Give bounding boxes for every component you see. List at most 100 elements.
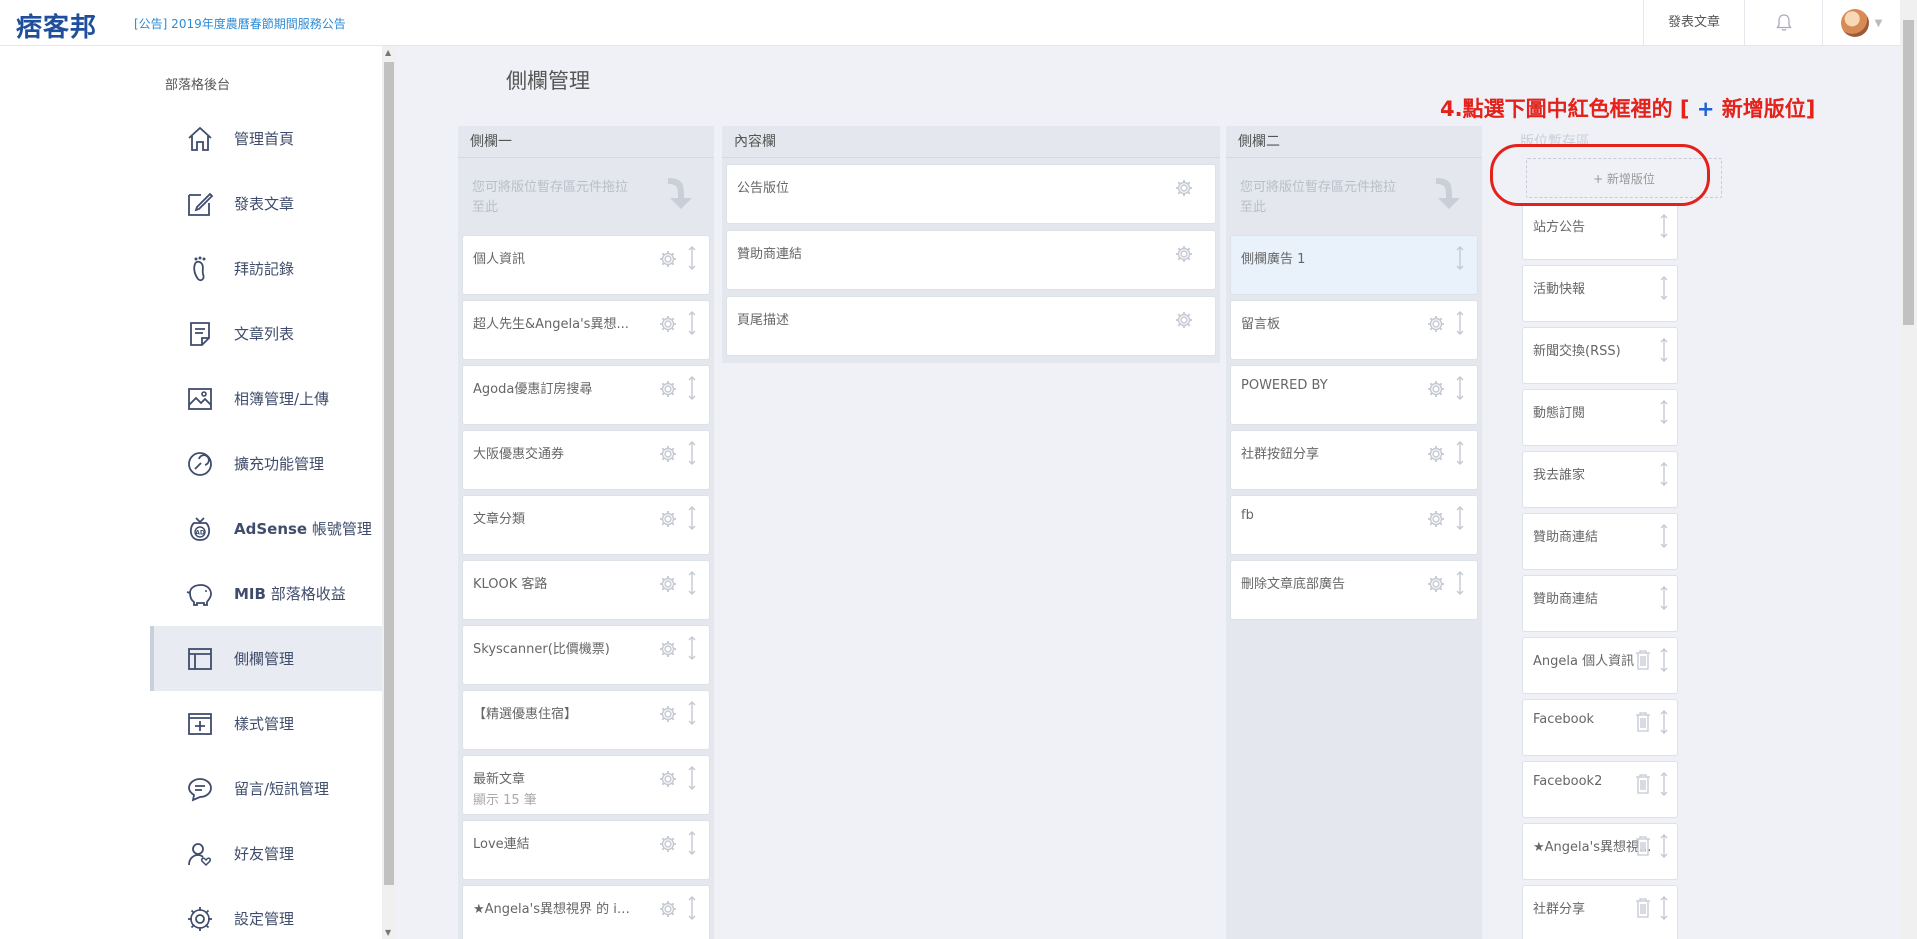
gear-icon[interactable] <box>1427 380 1445 398</box>
scroll-down-icon[interactable]: ▼ <box>385 928 391 937</box>
trash-icon[interactable] <box>1635 712 1651 732</box>
widget-card[interactable]: 我去誰家 <box>1522 451 1678 508</box>
widget-card[interactable]: 贊助商連結 <box>1522 513 1678 570</box>
drag-handle-icon[interactable] <box>687 701 697 725</box>
drag-handle-icon[interactable] <box>1659 462 1669 486</box>
widget-card[interactable]: 社群分享 <box>1522 885 1678 939</box>
gear-icon[interactable] <box>659 705 677 723</box>
widget-card[interactable]: ★Angela's異想視... <box>1522 823 1678 880</box>
widget-card[interactable]: Facebook2 <box>1522 761 1678 818</box>
gear-icon[interactable] <box>659 445 677 463</box>
widget-card[interactable]: POWERED BY <box>1230 365 1478 425</box>
drag-handle-icon[interactable] <box>1659 400 1669 424</box>
drag-handle-icon[interactable] <box>1455 246 1465 270</box>
gear-icon[interactable] <box>659 575 677 593</box>
trash-icon[interactable] <box>1635 836 1651 856</box>
post-article-button[interactable]: 發表文章 <box>1642 0 1744 46</box>
widget-card[interactable]: fb <box>1230 495 1478 555</box>
drag-handle-icon[interactable] <box>1455 311 1465 335</box>
widget-card[interactable]: 贊助商連結 <box>726 230 1216 290</box>
trash-icon[interactable] <box>1635 774 1651 794</box>
sidebar-item-sidebar-management[interactable]: 側欄管理 <box>150 626 382 691</box>
gear-icon[interactable] <box>659 835 677 853</box>
notification-button[interactable] <box>1744 0 1822 46</box>
gear-icon[interactable] <box>659 510 677 528</box>
drag-handle-icon[interactable] <box>1659 338 1669 362</box>
drag-handle-icon[interactable] <box>687 246 697 270</box>
widget-card[interactable]: 動態訂閱 <box>1522 389 1678 446</box>
widget-card[interactable]: 刪除文章底部廣告 <box>1230 560 1478 620</box>
sidebar-scrollbar[interactable]: ▲ ▼ <box>382 46 396 939</box>
gear-icon[interactable] <box>1427 510 1445 528</box>
widget-card[interactable]: 公告版位 <box>726 164 1216 224</box>
drop-zone[interactable]: 您可將版位暫存區元件拖拉至此 <box>1230 162 1478 230</box>
widget-card[interactable]: 社群按鈕分享 <box>1230 430 1478 490</box>
gear-icon[interactable] <box>659 315 677 333</box>
drag-handle-icon[interactable] <box>1659 276 1669 300</box>
drag-handle-icon[interactable] <box>1455 506 1465 530</box>
sidebar-item-settings[interactable]: 設定管理 <box>150 886 382 939</box>
sidebar-item-article-list[interactable]: 文章列表 <box>150 301 382 366</box>
drag-handle-icon[interactable] <box>1659 710 1669 734</box>
trash-icon[interactable] <box>1635 650 1651 670</box>
drag-handle-icon[interactable] <box>687 636 697 660</box>
sidebar-item-adsense[interactable]: AD AdSense 帳號管理 <box>150 496 382 561</box>
widget-card[interactable]: 活動快報 <box>1522 265 1678 322</box>
sidebar-item-friends[interactable]: 好友管理 <box>150 821 382 886</box>
widget-card[interactable]: Facebook <box>1522 699 1678 756</box>
page-scrollbar[interactable] <box>1900 0 1917 939</box>
sidebar-item-album[interactable]: 相簿管理/上傳 <box>150 366 382 431</box>
sidebar-item-comments[interactable]: 留言/短訊管理 <box>150 756 382 821</box>
widget-card[interactable]: 最新文章 顯示 15 筆 <box>462 755 710 815</box>
widget-card[interactable]: Angela 個人資訊 <box>1522 637 1678 694</box>
gear-icon[interactable] <box>659 250 677 268</box>
drag-handle-icon[interactable] <box>1659 214 1669 238</box>
sidebar-item-mib[interactable]: MIB 部落格收益 <box>150 561 382 626</box>
trash-icon[interactable] <box>1635 898 1651 918</box>
sidebar-item-post-article[interactable]: 發表文章 <box>150 171 382 236</box>
drag-handle-icon[interactable] <box>1659 648 1669 672</box>
gear-icon[interactable] <box>659 380 677 398</box>
gear-icon[interactable] <box>659 770 677 788</box>
widget-card[interactable]: Skyscanner(比價機票) <box>462 625 710 685</box>
page-scrollbar-thumb[interactable] <box>1903 20 1914 325</box>
drag-handle-icon[interactable] <box>1659 772 1669 796</box>
widget-card[interactable]: 贊助商連結 <box>1522 575 1678 632</box>
drag-handle-icon[interactable] <box>687 571 697 595</box>
widget-card[interactable]: Agoda優惠訂房搜尋 <box>462 365 710 425</box>
drag-handle-icon[interactable] <box>1659 896 1669 920</box>
widget-card[interactable]: 大阪優惠交通券 <box>462 430 710 490</box>
sidebar-item-extensions[interactable]: 擴充功能管理 <box>150 431 382 496</box>
user-menu[interactable]: ▼ <box>1822 0 1900 46</box>
widget-card[interactable]: 站方公告 <box>1522 203 1678 260</box>
widget-card[interactable]: 超人先生&Angela's異想... <box>462 300 710 360</box>
drag-handle-icon[interactable] <box>1659 834 1669 858</box>
widget-card[interactable]: 【精選優惠住宿】 <box>462 690 710 750</box>
gear-icon[interactable] <box>1427 445 1445 463</box>
sidebar-scrollbar-thumb[interactable] <box>384 62 394 885</box>
drag-handle-icon[interactable] <box>687 441 697 465</box>
drag-handle-icon[interactable] <box>1659 524 1669 548</box>
widget-card[interactable]: 個人資訊 <box>462 235 710 295</box>
add-widget-button[interactable]: + 新增版位 <box>1526 158 1722 198</box>
gear-icon[interactable] <box>1427 575 1445 593</box>
drag-handle-icon[interactable] <box>687 311 697 335</box>
sidebar-item-dashboard[interactable]: 管理首頁 <box>150 106 382 171</box>
gear-icon[interactable] <box>659 640 677 658</box>
sidebar-item-visit-log[interactable]: 拜訪記錄 <box>150 236 382 301</box>
drag-handle-icon[interactable] <box>1455 376 1465 400</box>
widget-card[interactable]: 文章分類 <box>462 495 710 555</box>
gear-icon[interactable] <box>1175 311 1193 329</box>
widget-card[interactable]: 新聞交換(RSS) <box>1522 327 1678 384</box>
widget-card[interactable]: 留言板 <box>1230 300 1478 360</box>
scroll-up-icon[interactable]: ▲ <box>385 48 391 57</box>
gear-icon[interactable] <box>1175 245 1193 263</box>
drag-handle-icon[interactable] <box>687 831 697 855</box>
gear-icon[interactable] <box>1175 179 1193 197</box>
drag-handle-icon[interactable] <box>687 506 697 530</box>
gear-icon[interactable] <box>1427 315 1445 333</box>
site-logo[interactable]: 痞客邦 <box>16 7 97 44</box>
drag-handle-icon[interactable] <box>687 376 697 400</box>
drag-handle-icon[interactable] <box>1659 586 1669 610</box>
widget-card[interactable]: 頁尾描述 <box>726 296 1216 356</box>
